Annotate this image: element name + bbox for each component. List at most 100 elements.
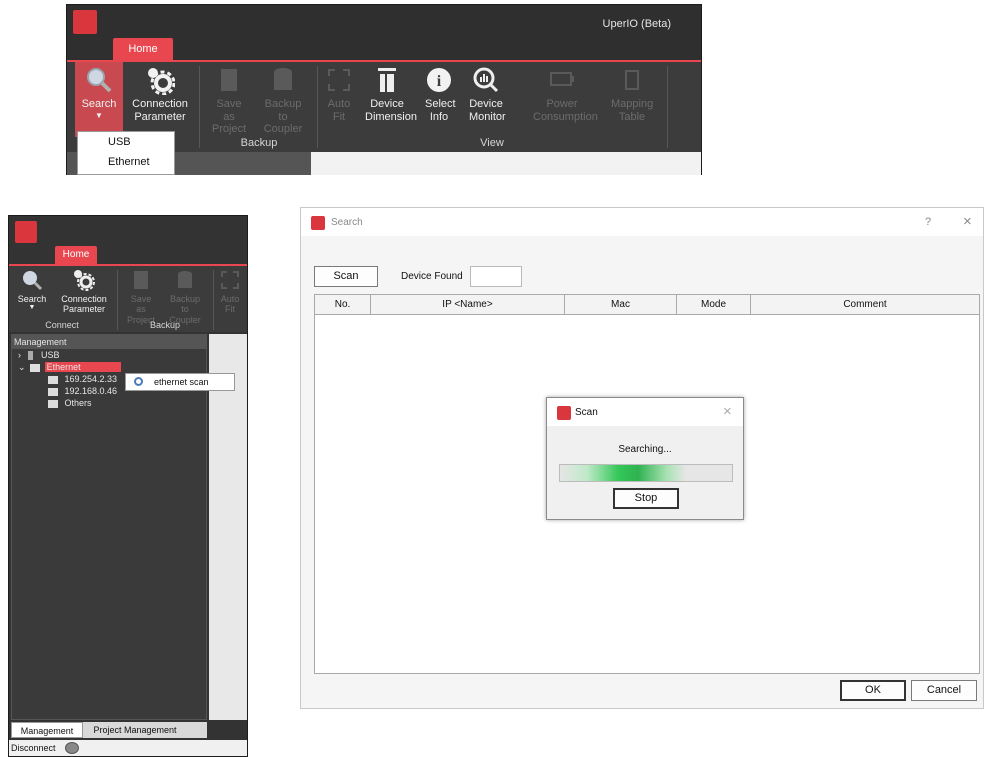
backup-to-coupler-button[interactable]: Backup to Coupler — [161, 266, 209, 325]
top-app-window: UperIO (Beta) Home Search ▼ Connection P… — [66, 4, 702, 175]
connection-label: Connection Parameter — [132, 98, 188, 123]
chevron-down-icon: ⌄ — [18, 362, 26, 372]
scan-button[interactable]: Scan — [314, 266, 378, 287]
col-mac[interactable]: Mac — [565, 295, 677, 315]
col-mode[interactable]: Mode — [677, 295, 751, 315]
search-label: Search — [81, 98, 117, 110]
save-as-project-button[interactable]: Save as Project — [121, 266, 161, 325]
stop-button[interactable]: Stop — [613, 488, 679, 509]
auto-fit-button[interactable]: Auto Fit — [319, 62, 359, 123]
group-backup-label: Backup — [149, 320, 181, 330]
panel-title: Management — [12, 335, 206, 349]
device-monitor-label: Device Monitor — [469, 98, 506, 123]
database-icon — [161, 266, 209, 294]
mapping-table-button[interactable]: Mapping Table — [607, 62, 657, 123]
tree-child-3[interactable]: Others — [12, 397, 206, 409]
group-backup-label: Backup — [240, 137, 278, 149]
dialog-title: Scan — [575, 407, 598, 418]
device-monitor-button[interactable]: Device Monitor — [463, 62, 509, 123]
col-ip[interactable]: IP <Name> — [371, 295, 565, 315]
tree-label: Others — [64, 398, 92, 408]
gear-icon — [55, 266, 113, 294]
progress-bar — [559, 464, 733, 482]
info-icon: i — [419, 62, 459, 98]
database-icon — [255, 62, 311, 98]
menu-item-ethernet-scan[interactable]: ethernet scan — [154, 377, 209, 387]
search-button[interactable]: Search ▼ — [13, 266, 51, 312]
tree-label: 192.168.0.46 — [64, 386, 118, 396]
close-icon[interactable]: × — [963, 213, 972, 230]
save-as-project-button[interactable]: Save as Project — [205, 62, 253, 136]
usb-icon — [27, 351, 33, 361]
device-found-label: Device Found — [401, 271, 463, 282]
connection-parameter-button[interactable]: Connection Parameter — [125, 62, 195, 123]
tree-label-ethernet: Ethernet — [44, 362, 121, 372]
auto-fit-label: Auto Fit — [327, 98, 351, 123]
mapping-icon — [607, 62, 657, 98]
svg-text:i: i — [437, 73, 442, 90]
help-button[interactable]: ? — [925, 216, 931, 228]
connection-label: Connection Parameter — [61, 294, 107, 315]
tree-item-usb[interactable]: › USB — [12, 349, 206, 361]
battery-icon — [517, 62, 607, 98]
document-icon — [121, 266, 161, 294]
search-button[interactable]: Search ▼ — [75, 62, 123, 137]
device-found-field — [470, 266, 522, 287]
power-consumption-button[interactable]: Power Consumption — [517, 62, 607, 123]
close-icon[interactable]: × — [723, 403, 732, 420]
monitor-icon — [30, 363, 41, 372]
left-app-window: Home Search ▼ Connection Parameter Conne… — [8, 215, 248, 757]
search-dropdown-menu: USB Ethernet — [77, 131, 175, 175]
group-connect-label: Connect — [45, 320, 79, 330]
power-label: Power Consumption — [533, 98, 598, 123]
chevron-down-icon: ▼ — [95, 110, 103, 120]
tree-item-ethernet[interactable]: ⌄ Ethernet — [12, 361, 206, 373]
monitor-icon — [463, 62, 509, 98]
app-logo — [557, 406, 571, 420]
management-panel: Management › USB ⌄ Ethernet 169.254.2.33… — [11, 334, 207, 720]
col-no[interactable]: No. — [315, 295, 371, 315]
tab-project-management[interactable]: Project Management — [85, 722, 185, 738]
tree-label: 169.254.2.33 — [64, 374, 118, 384]
context-menu: ethernet scan — [125, 373, 235, 391]
chevron-down-icon: ▼ — [28, 304, 36, 312]
cancel-button[interactable]: Cancel — [911, 680, 977, 701]
tab-home[interactable]: Home — [113, 38, 173, 60]
menu-item-ethernet[interactable]: Ethernet — [78, 152, 174, 172]
col-comment[interactable]: Comment — [751, 295, 979, 315]
title-bar: Scan × — [547, 398, 743, 426]
search-icon — [134, 377, 143, 386]
side-strip — [209, 334, 247, 720]
tab-management[interactable]: Management — [11, 722, 83, 738]
status-bar: Disconnect — [9, 740, 247, 756]
app-logo — [73, 10, 97, 34]
auto-fit-button[interactable]: Auto Fit — [215, 266, 245, 315]
app-logo — [311, 216, 325, 230]
status-text: Disconnect — [11, 743, 56, 753]
document-icon — [205, 62, 253, 98]
menu-item-usb[interactable]: USB — [78, 132, 174, 152]
select-info-button[interactable]: i Select Info — [419, 62, 459, 123]
monitor-icon — [48, 399, 58, 408]
search-label: Search — [17, 294, 47, 304]
status-text: Searching... — [618, 444, 672, 455]
device-dimension-button[interactable]: Device Dimension — [361, 62, 417, 123]
expand-icon — [215, 266, 245, 294]
auto-fit-label: Auto Fit — [220, 294, 240, 315]
search-icon — [13, 266, 51, 294]
monitor-icon — [48, 375, 58, 384]
ok-button[interactable]: OK — [840, 680, 906, 701]
mapping-label: Mapping Table — [611, 98, 654, 123]
tab-home[interactable]: Home — [55, 246, 97, 264]
chevron-right-icon: › — [18, 350, 21, 360]
backup-to-coupler-button[interactable]: Backup to Coupler — [255, 62, 311, 136]
search-icon — [75, 62, 123, 98]
connection-parameter-button[interactable]: Connection Parameter — [55, 266, 113, 315]
group-view-label: View — [480, 137, 504, 149]
gear-icon — [125, 62, 195, 98]
tree-label-usb: USB — [41, 350, 60, 360]
app-logo — [15, 221, 37, 243]
dialog-title: Search — [331, 217, 363, 228]
scan-dialog: Scan × Searching... Stop — [546, 397, 744, 520]
app-title: UperIO (Beta) — [602, 18, 671, 30]
